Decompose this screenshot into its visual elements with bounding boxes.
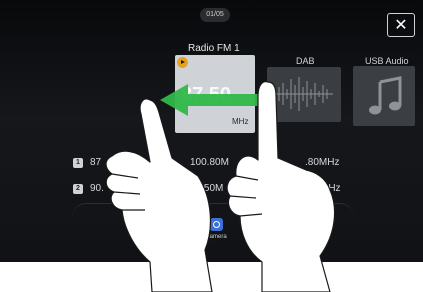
swipe-gesture-hands-illustration <box>105 81 336 292</box>
